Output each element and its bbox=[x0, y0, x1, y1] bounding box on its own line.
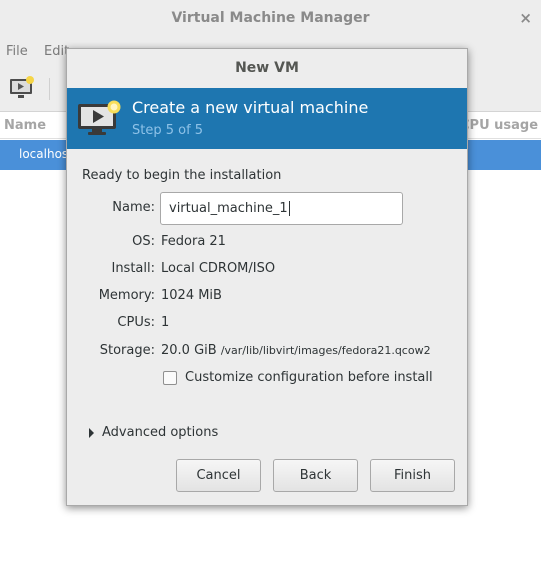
toolbar-separator bbox=[49, 78, 50, 100]
storage-path: /var/lib/libvirt/images/fedora21.qcow2 bbox=[220, 344, 431, 357]
ready-text: Ready to begin the installation bbox=[82, 168, 282, 183]
os-label: OS: bbox=[132, 234, 155, 249]
new-vm-dialog: New VM Create a new virtual machine Step… bbox=[66, 48, 468, 506]
install-label: Install: bbox=[111, 261, 155, 276]
menu-file[interactable]: File bbox=[6, 44, 28, 59]
cpus-value: 1 bbox=[161, 315, 170, 330]
banner-step: Step 5 of 5 bbox=[132, 123, 204, 138]
main-window-titlebar: Virtual Machine Manager × bbox=[0, 0, 541, 38]
new-vm-toolbar-icon[interactable] bbox=[9, 75, 35, 101]
cancel-button[interactable]: Cancel bbox=[176, 459, 261, 492]
storage-size: 20.0 GiB bbox=[161, 343, 217, 358]
storage-label: Storage: bbox=[99, 343, 155, 358]
vm-name-value: virtual_machine_1 bbox=[169, 201, 288, 216]
customize-label[interactable]: Customize configuration before install bbox=[185, 370, 433, 385]
name-label: Name: bbox=[112, 200, 155, 215]
banner-title: Create a new virtual machine bbox=[132, 98, 369, 117]
storage-value: 20.0 GiB /var/lib/libvirt/images/fedora2… bbox=[161, 343, 431, 358]
customize-checkbox[interactable] bbox=[163, 371, 177, 385]
finish-button[interactable]: Finish bbox=[370, 459, 455, 492]
close-icon[interactable]: × bbox=[519, 0, 532, 36]
install-value: Local CDROM/ISO bbox=[161, 261, 276, 276]
memory-label: Memory: bbox=[98, 288, 155, 303]
back-button[interactable]: Back bbox=[273, 459, 358, 492]
new-vm-monitor-icon bbox=[78, 100, 121, 135]
cpus-label: CPUs: bbox=[117, 315, 155, 330]
expander-arrow-icon bbox=[89, 428, 94, 438]
os-value: Fedora 21 bbox=[161, 234, 226, 249]
wizard-banner: Create a new virtual machine Step 5 of 5 bbox=[67, 88, 467, 149]
column-cpu-usage-header[interactable]: CPU usage bbox=[460, 118, 538, 133]
vm-name-input[interactable]: virtual_machine_1 bbox=[160, 192, 403, 225]
column-name-header[interactable]: Name bbox=[4, 118, 46, 133]
dialog-title: New VM bbox=[235, 60, 299, 76]
advanced-options-label: Advanced options bbox=[102, 425, 219, 440]
memory-value: 1024 MiB bbox=[161, 288, 222, 303]
main-window-title: Virtual Machine Manager bbox=[171, 10, 370, 26]
